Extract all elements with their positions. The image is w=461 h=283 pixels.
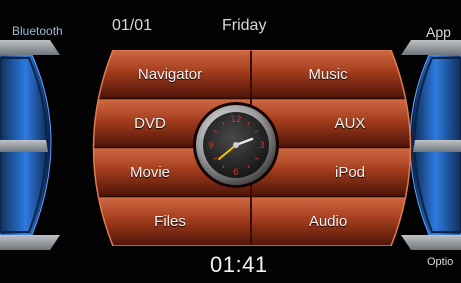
left-side-panel[interactable] xyxy=(0,0,80,283)
menu-item-movie[interactable]: Movie xyxy=(95,148,205,196)
menu-item-label: Files xyxy=(154,213,186,230)
menu-item-dvd[interactable]: DVD xyxy=(95,99,205,147)
options-label[interactable]: Optio xyxy=(427,256,453,268)
bluetooth-label[interactable]: Bluetooth xyxy=(12,24,63,38)
clock-numeral-3: 3 xyxy=(259,141,265,151)
menu-item-navigator[interactable]: Navigator xyxy=(95,50,245,98)
clock-numeral-6: 6 xyxy=(233,168,239,178)
digital-time: 01:41 xyxy=(210,252,268,277)
menu-item-files[interactable]: Files xyxy=(95,197,245,246)
analog-clock[interactable]: 12 3 6 9 xyxy=(192,101,280,189)
date-label: 01/01 xyxy=(112,17,153,34)
menu-item-label: Audio xyxy=(308,213,348,230)
head-unit-screen: Bluetooth 01/01 Friday App Optio Navigat… xyxy=(0,0,461,283)
app-label[interactable]: App xyxy=(426,24,451,40)
menu-item-label: Movie xyxy=(129,163,170,181)
menu-item-music[interactable]: Music xyxy=(253,50,403,98)
menu-item-label: Music xyxy=(308,65,348,83)
status-bar: Bluetooth 01/01 Friday App xyxy=(0,0,461,40)
menu-item-label: AUX xyxy=(334,114,366,132)
clock-numeral-9: 9 xyxy=(208,141,214,151)
menu-item-aux[interactable]: AUX xyxy=(300,99,400,147)
menu-item-ipod[interactable]: iPod xyxy=(300,148,400,196)
clock-numeral-12: 12 xyxy=(230,115,241,125)
menu-item-label: iPod xyxy=(334,163,366,181)
menu-item-label: Navigator xyxy=(137,65,203,83)
day-label: Friday xyxy=(222,17,267,34)
menu-item-audio[interactable]: Audio xyxy=(253,197,403,246)
menu-item-label: DVD xyxy=(134,114,166,132)
